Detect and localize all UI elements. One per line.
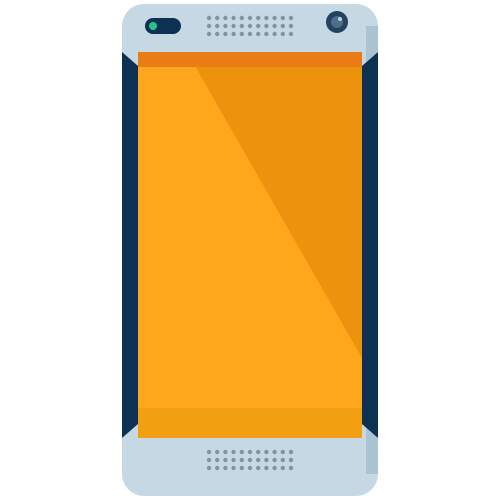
navigation-bar [138, 408, 362, 438]
speaker-dot [215, 465, 220, 471]
speaker-dot [247, 23, 253, 29]
speaker-dot [206, 465, 212, 471]
speaker-dot [206, 449, 212, 455]
speaker-dot [272, 31, 277, 37]
speaker-dot [264, 15, 269, 21]
speaker-dot [223, 465, 228, 471]
status-bar [138, 52, 362, 67]
speaker-dot [231, 31, 236, 37]
speaker-dot [256, 465, 261, 471]
speaker-dot [280, 15, 285, 21]
speaker-dot [239, 15, 244, 21]
speaker-dot [272, 23, 277, 29]
speaker-dot [223, 15, 228, 21]
camera-glint [338, 17, 342, 21]
speaker-dot [231, 457, 236, 463]
speaker-dot [223, 31, 228, 37]
speaker-dot [231, 449, 236, 455]
left-side-panel [122, 52, 138, 438]
speaker-dot [280, 23, 285, 29]
speaker-dot [272, 465, 277, 471]
speaker-dot [280, 31, 285, 37]
speaker-dot [288, 15, 294, 21]
speaker-dot [288, 31, 294, 37]
speaker-dot [239, 465, 244, 471]
speaker-dot [231, 15, 236, 21]
speaker-dot [264, 23, 269, 29]
smartphone-illustration [122, 4, 378, 496]
speaker-dot [264, 457, 269, 463]
right-side-panel [362, 52, 378, 438]
speaker-dot [239, 449, 244, 455]
speaker-dot [215, 31, 220, 37]
speaker-dot [231, 465, 236, 471]
speaker-dot [247, 457, 253, 463]
speaker-dot [256, 31, 261, 37]
speaker-dot [288, 465, 294, 471]
screen [138, 52, 362, 438]
speaker-dot [215, 23, 220, 29]
speaker-dot [247, 465, 253, 471]
speaker-dot [206, 31, 212, 37]
speaker-dot [239, 23, 244, 29]
speaker-dot [272, 457, 277, 463]
speaker-dot [280, 465, 285, 471]
speaker-dot [215, 457, 220, 463]
speaker-dot [223, 449, 228, 455]
speaker-dot [223, 457, 228, 463]
speaker-dot [247, 449, 253, 455]
front-camera-icon [326, 11, 348, 33]
speaker-dot [264, 449, 269, 455]
sensor-led-icon [149, 22, 157, 30]
speaker-dot [256, 23, 261, 29]
speaker-dot [264, 31, 269, 37]
speaker-dot [206, 15, 212, 21]
speaker-dot [256, 449, 261, 455]
speaker-dot [272, 15, 277, 21]
speaker-dot [264, 465, 269, 471]
speaker-dot [256, 15, 261, 21]
speaker-dot [223, 23, 228, 29]
speaker-dot [239, 457, 244, 463]
speaker-dot [239, 31, 244, 37]
speaker-dot [247, 31, 253, 37]
speaker-dot [206, 457, 212, 463]
speaker-dot [280, 457, 285, 463]
speaker-dot [206, 23, 212, 29]
speaker-dot [256, 457, 261, 463]
speaker-dot [288, 23, 294, 29]
speaker-dot [215, 15, 220, 21]
speaker-dot [215, 449, 220, 455]
speaker-dot [247, 15, 253, 21]
speaker-dot [231, 23, 236, 29]
speaker-dot [288, 449, 294, 455]
front-sensor [145, 18, 181, 34]
speaker-dot [288, 457, 294, 463]
speaker-dot [280, 449, 285, 455]
speaker-dot [272, 449, 277, 455]
